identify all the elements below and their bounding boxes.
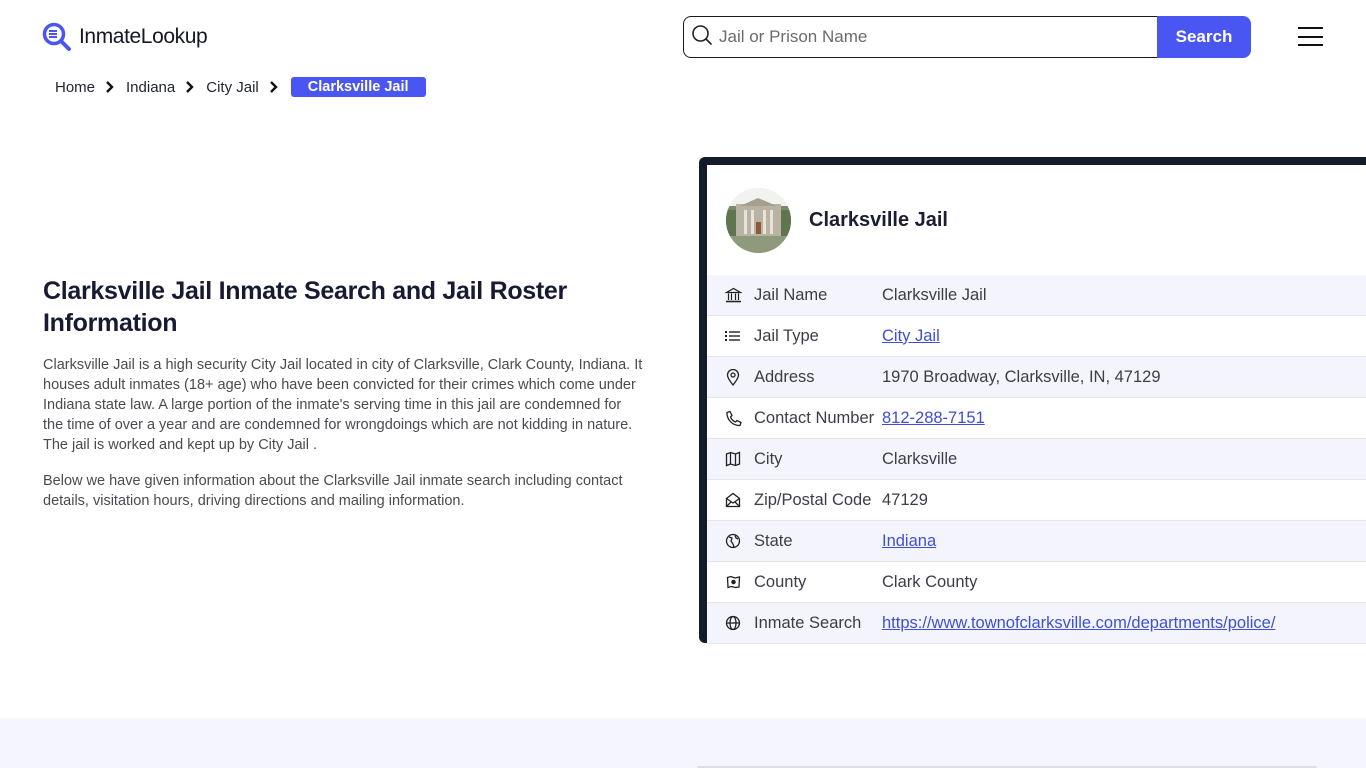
info-value: Clark County <box>882 572 978 591</box>
search-button[interactable]: Search <box>1157 16 1251 58</box>
search-field[interactable] <box>683 16 1157 58</box>
info-row-jail-type: Jail Type City Jail <box>707 316 1366 357</box>
site-header: InmateLookup Search <box>0 0 1366 74</box>
info-label: City <box>754 449 783 468</box>
chevron-right-icon <box>103 80 117 94</box>
inmate-search-link[interactable]: https://www.townofclarksville.com/depart… <box>882 614 1275 633</box>
chevron-right-icon <box>267 80 281 94</box>
card-header: Clarksville Jail <box>707 165 1366 275</box>
intro-paragraph: Below we have given information about th… <box>43 473 623 509</box>
next-section-background <box>0 718 1366 768</box>
breadcrumb-current: Clarksville Jail <box>290 77 426 97</box>
info-label: Address <box>754 367 815 386</box>
map-icon <box>724 450 742 468</box>
breadcrumb: Home Indiana City Jail Clarksville Jail <box>55 76 426 98</box>
intro-paragraph: Clarksville Jail is a high security City… <box>43 357 643 453</box>
info-label: State <box>754 531 793 550</box>
chevron-right-icon <box>183 80 197 94</box>
search-input[interactable] <box>719 27 1139 47</box>
list-icon <box>724 327 742 345</box>
jail-type-link[interactable]: City Jail <box>882 327 940 346</box>
hamburger-menu-icon[interactable] <box>1298 27 1324 47</box>
page-title: Clarksville Jail Inmate Search and Jail … <box>43 277 567 337</box>
breadcrumb-indiana[interactable]: Indiana <box>126 79 175 96</box>
breadcrumb-home[interactable]: Home <box>55 79 95 96</box>
info-value: Clarksville Jail <box>882 285 987 304</box>
state-link[interactable]: Indiana <box>882 532 936 551</box>
site-logo[interactable]: InmateLookup <box>42 22 208 52</box>
info-value: 47129 <box>882 490 928 509</box>
card-title: Clarksville Jail <box>809 208 948 231</box>
info-row-inmate-search: Inmate Search https://www.townofclarksvi… <box>707 603 1366 644</box>
info-row-state: State Indiana <box>707 521 1366 562</box>
phone-icon <box>724 409 742 427</box>
info-row-address: Address 1970 Broadway, Clarksville, IN, … <box>707 357 1366 398</box>
info-row-contact: Contact Number 812-288-7151 <box>707 398 1366 439</box>
info-row-zip: Zip/Postal Code 47129 <box>707 480 1366 521</box>
jail-photo <box>726 187 791 253</box>
info-row-jail-name: Jail Name Clarksville Jail <box>707 275 1366 316</box>
info-value: Clarksville <box>882 449 958 468</box>
info-row-county: County Clark County <box>707 562 1366 603</box>
info-value: 1970 Broadway, Clarksville, IN, 47129 <box>882 367 1161 386</box>
logo-magnifier-icon <box>42 22 72 52</box>
logo-text: InmateLookup <box>79 25 208 48</box>
search-form: Search <box>683 16 1251 58</box>
info-label: Inmate Search <box>754 613 862 632</box>
jail-info-card: Clarksville Jail Jail Name Clarksville J… <box>699 157 1366 644</box>
info-label: Zip/Postal Code <box>754 490 872 509</box>
mail-open-icon <box>724 491 742 509</box>
info-row-city: City Clarksville <box>707 439 1366 480</box>
search-icon <box>691 24 713 51</box>
map-pin-icon <box>724 368 742 386</box>
info-label: Contact Number <box>754 408 875 427</box>
county-icon <box>724 573 742 591</box>
breadcrumb-city-jail[interactable]: City Jail <box>206 79 259 96</box>
globe-icon <box>724 614 742 632</box>
bank-icon <box>724 286 742 304</box>
info-label: Jail Type <box>754 326 819 345</box>
intro-section: Clarksville Jail Inmate Search and Jail … <box>43 275 643 511</box>
phone-link[interactable]: 812-288-7151 <box>882 409 985 428</box>
info-label: County <box>754 572 807 591</box>
info-label: Jail Name <box>754 285 828 304</box>
globe-region-icon <box>724 532 742 550</box>
